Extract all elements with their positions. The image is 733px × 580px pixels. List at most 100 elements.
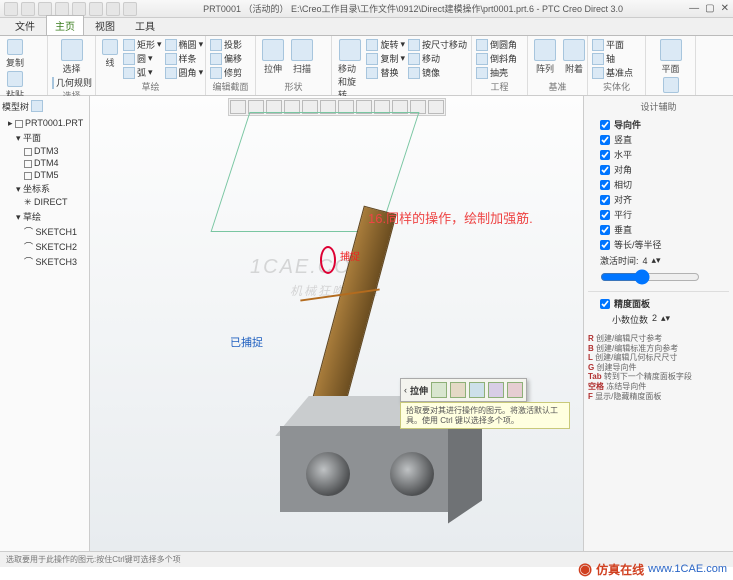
- tree-planes[interactable]: ▾ 平面: [2, 130, 87, 145]
- blend-button[interactable]: 移动和旋转: [336, 38, 363, 102]
- mini-extrude-icon[interactable]: [431, 382, 447, 398]
- move-icon: [408, 53, 420, 65]
- mini-opt3-icon[interactable]: [469, 382, 485, 398]
- tab-view[interactable]: 视图: [86, 15, 124, 35]
- delay-slider[interactable]: [600, 269, 700, 285]
- guide-item[interactable]: 平行: [588, 207, 729, 222]
- trans-button[interactable]: 按尺寸移动: [408, 38, 467, 51]
- tree-sketch2[interactable]: ⌒ SKETCH2: [2, 239, 87, 254]
- tab-tools[interactable]: 工具: [126, 15, 164, 35]
- qat-close-icon[interactable]: [123, 2, 137, 16]
- guide-header-checkbox[interactable]: [600, 120, 610, 130]
- tree-dtm4[interactable]: DTM4: [2, 157, 87, 169]
- qat-save-icon[interactable]: [38, 2, 52, 16]
- guide-checkbox[interactable]: [600, 210, 610, 220]
- trim-button[interactable]: 修剪: [210, 66, 251, 79]
- decimals-value: 2: [652, 313, 657, 326]
- tree-csys[interactable]: ▾ 坐标系: [2, 181, 87, 196]
- guide-item[interactable]: 竖直: [588, 132, 729, 147]
- replace-button[interactable]: 替换: [366, 66, 405, 79]
- circle-button[interactable]: 圆▾: [123, 52, 162, 65]
- ellipse-button[interactable]: 椭圆▾: [165, 38, 204, 51]
- guide-item[interactable]: 垂直: [588, 222, 729, 237]
- mini-opt4-icon[interactable]: [488, 382, 504, 398]
- mirror-button[interactable]: 镜像: [408, 66, 467, 79]
- guide-checkbox[interactable]: [600, 150, 610, 160]
- mini-opt2-icon[interactable]: [450, 382, 466, 398]
- annot-icon[interactable]: [428, 100, 444, 114]
- copy-icon: [7, 39, 23, 55]
- tree-dtm5[interactable]: DTM5: [2, 169, 87, 181]
- line-button[interactable]: 线: [100, 38, 120, 79]
- rotate-edit-button[interactable]: 旋转▾: [366, 38, 405, 51]
- guide-checkbox[interactable]: [600, 180, 610, 190]
- tree-settings-icon[interactable]: [31, 100, 43, 112]
- guide-checkbox[interactable]: [600, 225, 610, 235]
- tab-file[interactable]: 文件: [6, 15, 44, 35]
- tree-root[interactable]: ▸ PRT0001.PRT: [2, 117, 87, 130]
- geom-rule-button[interactable]: 几何规则: [52, 76, 91, 89]
- spline-button[interactable]: 样条: [165, 52, 204, 65]
- extrude-icon: [262, 39, 284, 61]
- sweep-icon: [291, 39, 313, 61]
- round2-button[interactable]: 倒圆角: [476, 38, 523, 51]
- tree-sketches[interactable]: ▾ 草绘: [2, 209, 87, 224]
- tree-sketch3[interactable]: ⌒ SKETCH3: [2, 254, 87, 269]
- qat-redo-icon[interactable]: [72, 2, 86, 16]
- guide-item[interactable]: 对齐: [588, 192, 729, 207]
- arc-button[interactable]: 弧▾: [123, 66, 162, 79]
- copy-button[interactable]: 复制: [4, 38, 26, 70]
- close-icon[interactable]: ✕: [721, 3, 729, 14]
- proj-button[interactable]: 投影: [210, 38, 251, 51]
- tab-home[interactable]: 主页: [46, 15, 84, 35]
- round-button[interactable]: 圆角▾: [165, 66, 204, 79]
- guide-item[interactable]: 对角: [588, 162, 729, 177]
- rect-icon: [123, 39, 135, 51]
- window-controls: — ▢ ✕: [689, 3, 729, 14]
- plane-button[interactable]: 平面: [592, 38, 641, 51]
- select-button[interactable]: 选择: [52, 38, 91, 76]
- axis-icon: [592, 53, 604, 65]
- attach-button[interactable]: 附着: [561, 38, 587, 76]
- qat-undo-icon[interactable]: [55, 2, 69, 16]
- move-edit-button[interactable]: 移动: [408, 52, 467, 65]
- sweep-button[interactable]: 扫描: [289, 38, 315, 76]
- blend-icon: [339, 39, 361, 61]
- guide-checkbox[interactable]: [600, 240, 610, 250]
- guide-header[interactable]: 导向件: [588, 117, 729, 132]
- tree-sketch1[interactable]: ⌒ SKETCH1: [2, 224, 87, 239]
- qat-new-icon[interactable]: [4, 2, 18, 16]
- extrude-button[interactable]: 拉伸: [260, 38, 286, 76]
- pattern-button[interactable]: 阵列: [532, 38, 558, 76]
- offset-button[interactable]: 偏移: [210, 52, 251, 65]
- refit-icon[interactable]: [230, 100, 246, 114]
- qat-open-icon[interactable]: [21, 2, 35, 16]
- qat-regen-icon[interactable]: [89, 2, 103, 16]
- shell-button[interactable]: 抽壳: [476, 66, 523, 79]
- qat-window-icon[interactable]: [106, 2, 120, 16]
- copy-edit-button[interactable]: 复制▾: [366, 52, 405, 65]
- tree-direct[interactable]: ✳ DIRECT: [2, 196, 87, 209]
- solid-plane-button[interactable]: 平面: [650, 38, 691, 76]
- axis-button[interactable]: 轴: [592, 52, 641, 65]
- precision-checkbox[interactable]: [600, 299, 610, 309]
- decimals-spinner-icon[interactable]: ▴▾: [661, 313, 670, 326]
- guide-item[interactable]: 水平: [588, 147, 729, 162]
- mini-chevron-icon[interactable]: ‹: [404, 385, 407, 395]
- graphics-canvas[interactable]: 1CAE.COM 机械狂吻/并鑫 捕捉 已捕捉 16.同样的操作，绘制加强筋. …: [90, 96, 583, 551]
- guide-checkbox[interactable]: [600, 165, 610, 175]
- rect-button[interactable]: 矩形▾: [123, 38, 162, 51]
- guide-item[interactable]: 等长/等半径: [588, 237, 729, 252]
- maximize-icon[interactable]: ▢: [705, 3, 714, 14]
- chamfer2-button[interactable]: 倒斜角: [476, 52, 523, 65]
- guide-checkbox[interactable]: [600, 195, 610, 205]
- tree-dtm3[interactable]: DTM3: [2, 145, 87, 157]
- precision-header[interactable]: 精度面板: [588, 296, 729, 311]
- spinner-icon[interactable]: ▴▾: [652, 255, 661, 266]
- quick-access-toolbar: [4, 2, 137, 16]
- point-button[interactable]: 基准点: [592, 66, 641, 79]
- guide-checkbox[interactable]: [600, 135, 610, 145]
- guide-item[interactable]: 相切: [588, 177, 729, 192]
- mini-opt5-icon[interactable]: [507, 382, 523, 398]
- minimize-icon[interactable]: —: [689, 3, 699, 14]
